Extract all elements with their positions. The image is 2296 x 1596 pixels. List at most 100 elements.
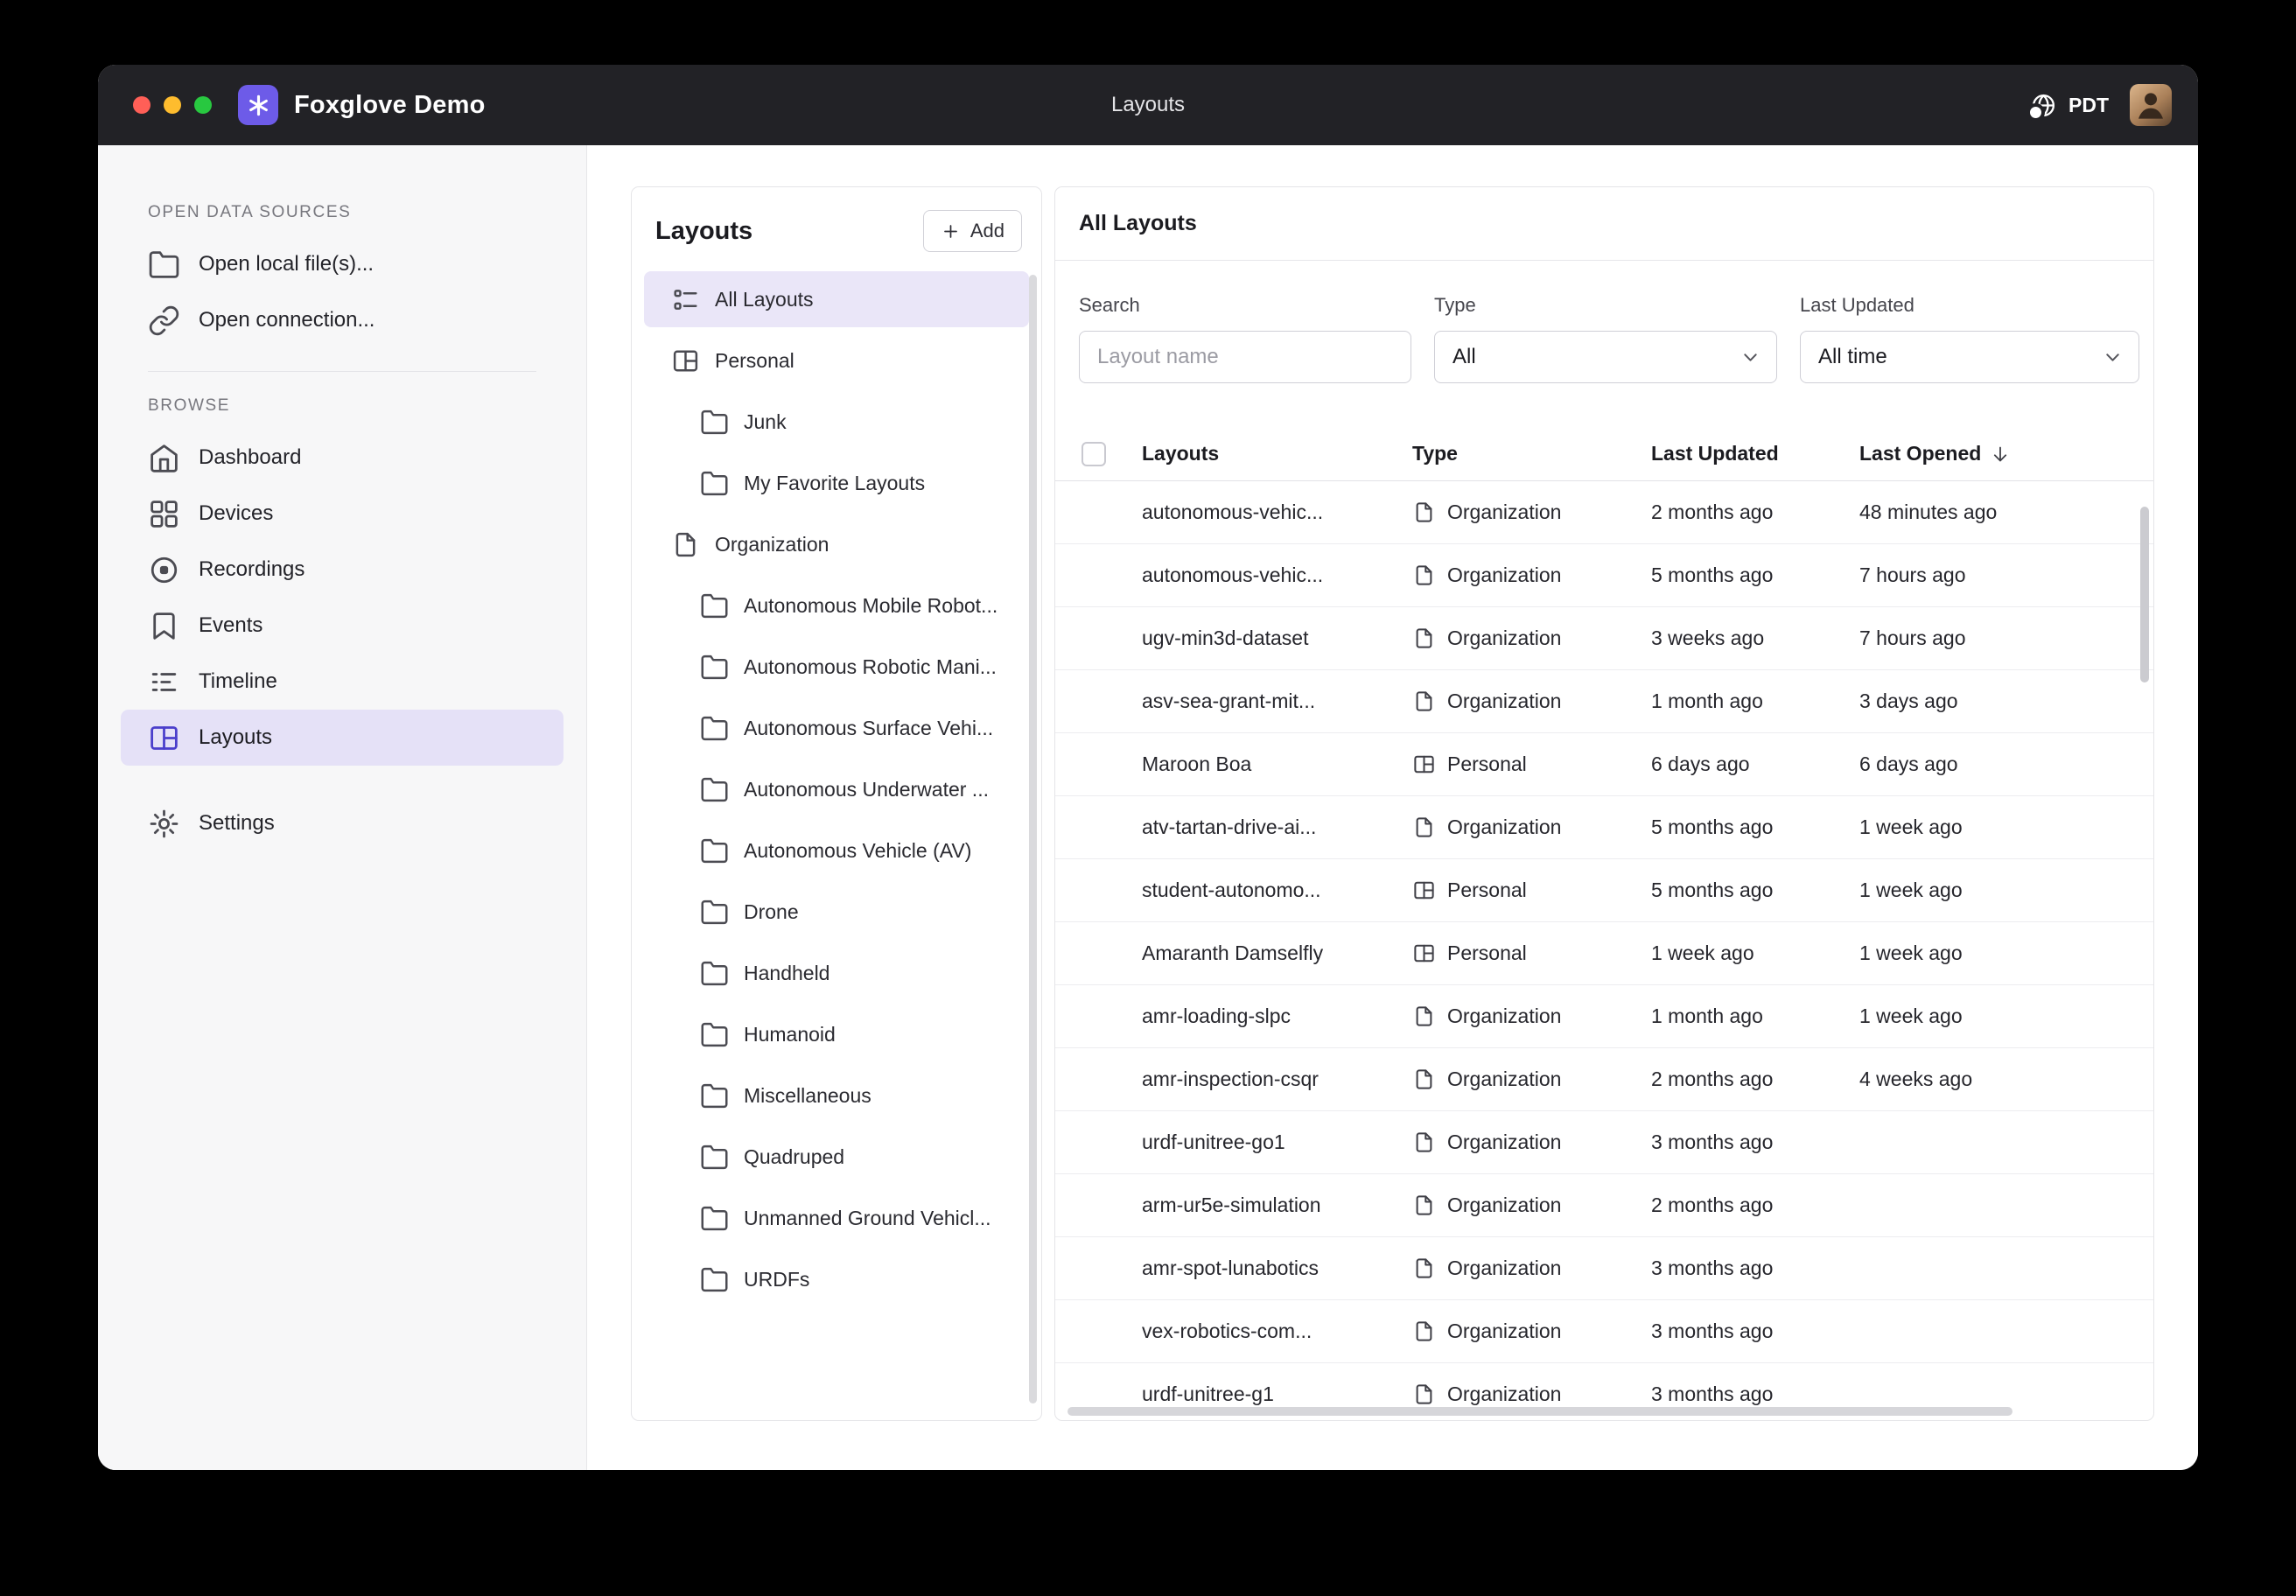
folder-icon — [700, 1082, 729, 1110]
layout-tree-item-organization[interactable]: Organization — [644, 516, 1029, 572]
table-row[interactable]: Maroon BoaPersonal6 days ago6 days ago — [1055, 733, 2153, 796]
table-row[interactable]: atv-tartan-drive-ai...Organization5 mont… — [1055, 796, 2153, 859]
all-layouts-panel: All Layouts Search Type All Las — [1054, 186, 2154, 1421]
type-cell: Organization — [1412, 1382, 1651, 1406]
organization-icon — [1412, 1382, 1436, 1406]
tree-scrollbar-thumb[interactable] — [1029, 275, 1037, 1404]
sidebar-item-timeline[interactable]: Timeline — [121, 654, 564, 710]
sidebar-item-events[interactable]: Events — [121, 598, 564, 654]
add-layout-button[interactable]: Add — [923, 210, 1022, 252]
personal-icon — [1412, 878, 1436, 902]
sidebar-item-recordings[interactable]: Recordings — [121, 542, 564, 598]
folder-icon — [700, 1204, 729, 1233]
layout-tree-item-autonomous-robotic-mani[interactable]: Autonomous Robotic Mani... — [644, 639, 1029, 695]
gear-icon — [148, 808, 180, 840]
layout-tree-item-autonomous-vehicle-av[interactable]: Autonomous Vehicle (AV) — [644, 822, 1029, 878]
sidebar-item-label: Recordings — [199, 557, 304, 582]
close-window-button[interactable] — [133, 96, 150, 114]
table-row[interactable]: arm-ur5e-simulationOrganization2 months … — [1055, 1174, 2153, 1237]
last-opened-cell: 1 week ago — [1859, 816, 2153, 839]
layout-tree-item-quadruped[interactable]: Quadruped — [644, 1129, 1029, 1185]
type-label: Organization — [1447, 1004, 1561, 1028]
table-row[interactable]: amr-spot-lunaboticsOrganization3 months … — [1055, 1237, 2153, 1300]
last-opened-cell: 6 days ago — [1859, 752, 2153, 776]
layout-name-cell: arm-ur5e-simulation — [1142, 1194, 1412, 1217]
layout-tree-item-label: Drone — [744, 900, 799, 924]
type-label: Organization — [1447, 1320, 1561, 1343]
sidebar-item-open-connection[interactable]: Open connection... — [121, 292, 564, 348]
sidebar-section-label: OPEN DATA SOURCES — [148, 203, 586, 222]
layout-tree-item-humanoid[interactable]: Humanoid — [644, 1006, 1029, 1062]
type-label: Organization — [1447, 1068, 1561, 1091]
titlebar-page-title: Layouts — [1111, 93, 1185, 117]
layout-tree-item-miscellaneous[interactable]: Miscellaneous — [644, 1068, 1029, 1124]
sidebar-item-label: Timeline — [199, 669, 277, 694]
table-row[interactable]: ugv-min3d-datasetOrganization3 weeks ago… — [1055, 607, 2153, 670]
layout-tree-item-my-favorite-layouts[interactable]: My Favorite Layouts — [644, 455, 1029, 511]
table-horizontal-scrollbar-thumb[interactable] — [1068, 1407, 2012, 1416]
minimize-window-button[interactable] — [164, 96, 181, 114]
last-opened-cell: 1 week ago — [1859, 1004, 2153, 1028]
table-row[interactable]: urdf-unitree-go1Organization3 months ago — [1055, 1111, 2153, 1174]
select-all-checkbox[interactable] — [1082, 442, 1106, 466]
sidebar-section-label: BROWSE — [148, 396, 586, 416]
layout-tree-item-urdfs[interactable]: URDFs — [644, 1251, 1029, 1307]
folder-icon — [700, 1020, 729, 1049]
layout-name-cell: autonomous-vehic... — [1142, 500, 1412, 524]
table-row[interactable]: Amaranth DamselflyPersonal1 week ago1 we… — [1055, 922, 2153, 985]
layout-tree-item-autonomous-surface-vehi[interactable]: Autonomous Surface Vehi... — [644, 700, 1029, 756]
organization-icon — [1412, 690, 1436, 713]
table-row[interactable]: autonomous-vehic...Organization5 months … — [1055, 544, 2153, 607]
last-updated-select[interactable]: All time — [1800, 331, 2139, 383]
last-opened-cell: 7 hours ago — [1859, 564, 2153, 587]
layout-tree-item-label: Autonomous Mobile Robot... — [744, 594, 998, 618]
chevron-down-icon — [1739, 346, 1762, 369]
layout-tree-item-label: Autonomous Robotic Mani... — [744, 655, 997, 679]
type-select[interactable]: All — [1434, 331, 1777, 383]
layout-tree-item-handheld[interactable]: Handheld — [644, 945, 1029, 1001]
layout-name-cell: urdf-unitree-go1 — [1142, 1130, 1412, 1154]
layout-tree-item-junk[interactable]: Junk — [644, 394, 1029, 450]
layout-tree-item-autonomous-underwater[interactable]: Autonomous Underwater ... — [644, 761, 1029, 817]
timezone-button[interactable]: PDT — [2030, 92, 2109, 119]
table-row[interactable]: amr-inspection-csqrOrganization2 months … — [1055, 1048, 2153, 1111]
column-header-type[interactable]: Type — [1412, 442, 1651, 466]
sidebar-item-settings[interactable]: Settings — [121, 795, 564, 851]
column-header-last-updated[interactable]: Last Updated — [1651, 442, 1859, 466]
folder-icon — [700, 592, 729, 620]
sidebar-item-label: Open connection... — [199, 308, 374, 332]
column-header-last-opened[interactable]: Last Opened — [1859, 442, 2153, 466]
table-row[interactable]: amr-loading-slpcOrganization1 month ago1… — [1055, 985, 2153, 1048]
table-vertical-scrollbar-thumb[interactable] — [2140, 507, 2149, 682]
table-row[interactable]: autonomous-vehic...Organization2 months … — [1055, 481, 2153, 544]
sidebar-item-devices[interactable]: Devices — [121, 486, 564, 542]
layout-tree-item-autonomous-mobile-robot[interactable]: Autonomous Mobile Robot... — [644, 578, 1029, 634]
table-row[interactable]: student-autonomo...Personal5 months ago1… — [1055, 859, 2153, 922]
type-cell: Organization — [1412, 626, 1651, 650]
column-header-layouts[interactable]: Layouts — [1142, 442, 1412, 466]
avatar[interactable] — [2130, 84, 2172, 126]
table-row[interactable]: asv-sea-grant-mit...Organization1 month … — [1055, 670, 2153, 733]
type-cell: Organization — [1412, 816, 1651, 839]
table-row[interactable]: vex-robotics-com...Organization3 months … — [1055, 1300, 2153, 1363]
layout-tree-item-personal[interactable]: Personal — [644, 332, 1029, 388]
folder-open-icon — [148, 248, 180, 281]
last-updated-select-value: All time — [1818, 345, 1887, 369]
last-updated-cell: 1 month ago — [1651, 1004, 1859, 1028]
folder-icon — [700, 714, 729, 743]
zoom-window-button[interactable] — [194, 96, 212, 114]
chevron-down-icon — [2101, 346, 2124, 369]
sidebar-item-layouts[interactable]: Layouts — [121, 710, 564, 766]
sidebar-item-open-local-file-s[interactable]: Open local file(s)... — [121, 236, 564, 292]
last-opened-cell: 4 weeks ago — [1859, 1068, 2153, 1091]
layout-name-search-input[interactable] — [1079, 331, 1411, 383]
layout-tree-item-drone[interactable]: Drone — [644, 884, 1029, 940]
type-label: Organization — [1447, 1130, 1561, 1154]
link-icon — [148, 304, 180, 337]
layout-tree-item-all-layouts[interactable]: All Layouts — [644, 271, 1029, 327]
personal-icon — [671, 346, 700, 375]
last-updated-cell: 5 months ago — [1651, 816, 1859, 839]
layout-tree-item-unmanned-ground-vehicl[interactable]: Unmanned Ground Vehicl... — [644, 1190, 1029, 1246]
sidebar-item-dashboard[interactable]: Dashboard — [121, 430, 564, 486]
folder-icon — [700, 653, 729, 682]
